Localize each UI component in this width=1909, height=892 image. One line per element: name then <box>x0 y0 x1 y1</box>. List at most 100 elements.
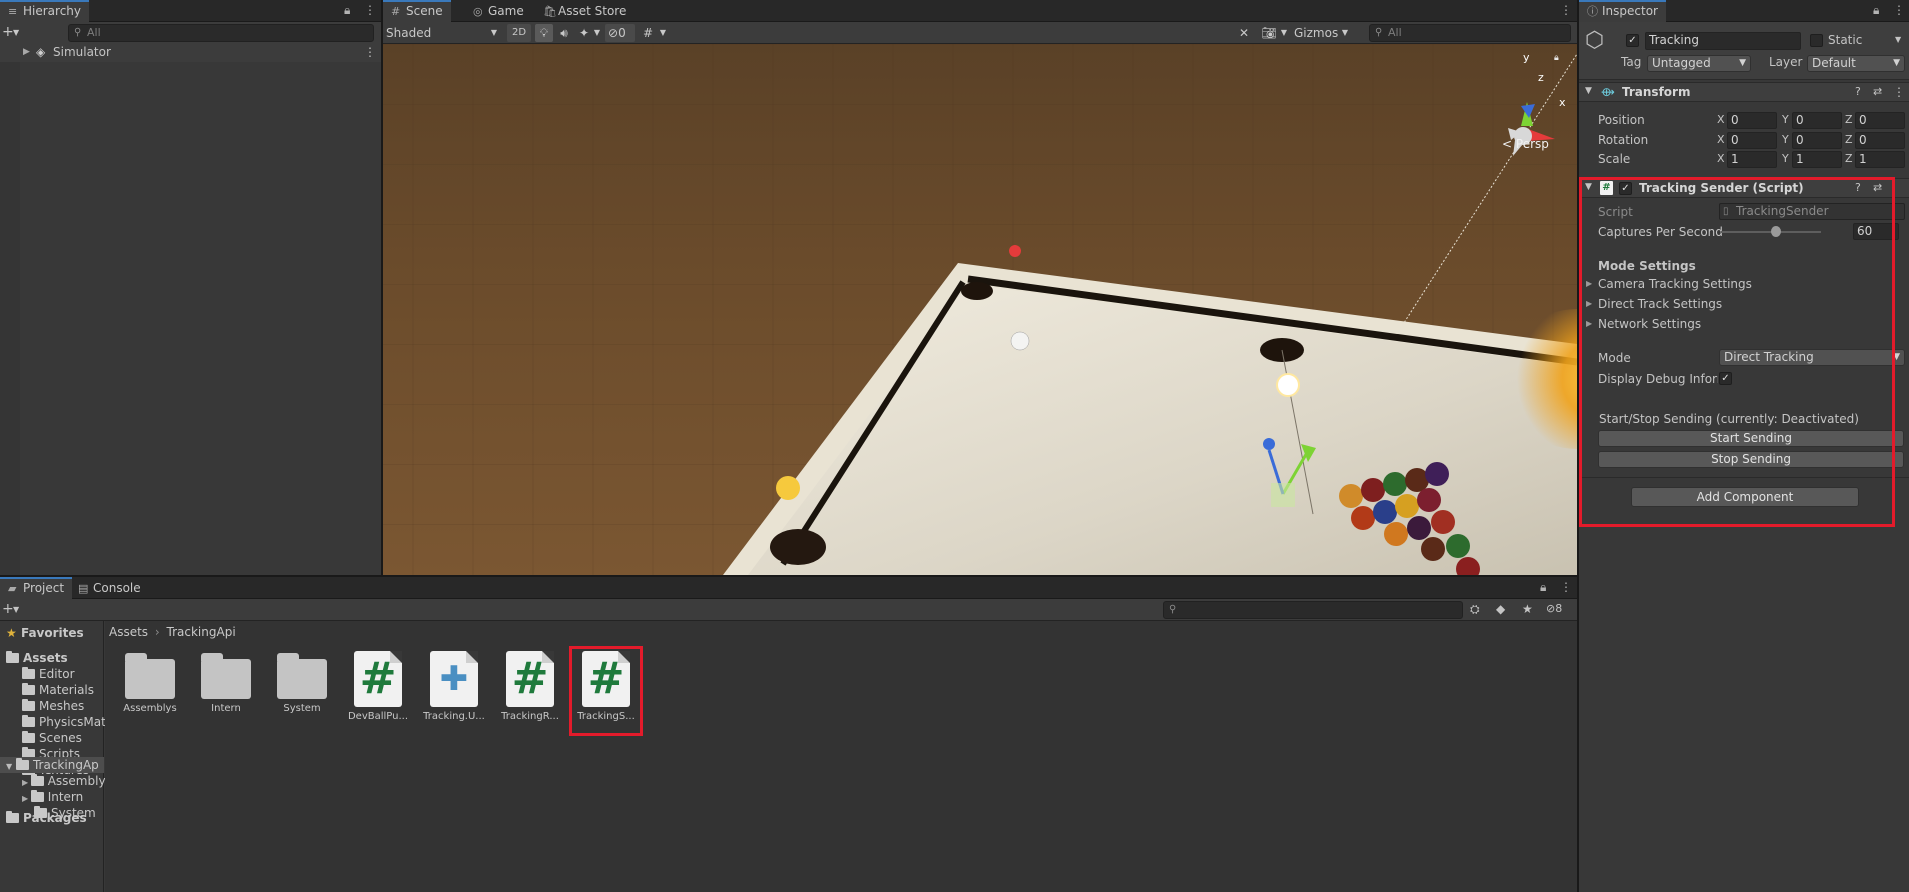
scene-search-input[interactable]: ⚲ All <box>1369 24 1571 42</box>
expand-arrow-icon[interactable]: ▶ <box>22 778 31 787</box>
transform-y-field[interactable]: 0 <box>1792 132 1842 149</box>
static-checkbox[interactable] <box>1810 34 1823 47</box>
component-menu-icon[interactable]: ⋮ <box>1893 85 1905 99</box>
shading-mode-dropdown[interactable]: Shaded ▼ <box>386 24 500 42</box>
tracking-sender-header[interactable]: ▼ # ✓ Tracking Sender (Script) ? ⇄ <box>1579 178 1909 198</box>
gizmos-chevron-icon[interactable]: ▼ <box>1339 24 1351 42</box>
captures-slider-handle[interactable] <box>1771 226 1781 237</box>
help-icon[interactable]: ? <box>1855 181 1861 194</box>
project-lock-icon[interactable]: 🔒︎ <box>1540 580 1546 595</box>
tree-item-assembly[interactable]: ▶ Assembly <box>22 773 106 789</box>
expand-arrow-icon[interactable]: ▶ <box>22 794 31 803</box>
presets-icon[interactable]: ⇄ <box>1873 85 1882 98</box>
tree-item-physicsmat[interactable]: PhysicsMat <box>22 714 106 730</box>
tree-item-intern[interactable]: ▶ Intern <box>22 789 83 805</box>
tab-project[interactable]: ▰ Project <box>0 577 73 599</box>
gizmo-lock-icon[interactable]: 🔒︎ <box>1554 53 1559 63</box>
lock-icon[interactable]: 🔒︎ <box>344 3 350 18</box>
add-button[interactable]: + <box>2 24 14 40</box>
tab-scene[interactable]: # Scene <box>383 0 451 22</box>
tools-icon[interactable]: ✕ <box>1235 24 1253 42</box>
transform-x-field[interactable]: 0 <box>1727 132 1777 149</box>
active-checkbox[interactable]: ✓ <box>1626 34 1639 47</box>
breadcrumb-assets[interactable]: Assets <box>109 625 148 639</box>
tree-item-meshes[interactable]: Meshes <box>22 698 84 714</box>
asset-folder[interactable]: Intern <box>192 651 260 714</box>
transform-z-field[interactable]: 0 <box>1855 132 1905 149</box>
effects-dropdown-icon[interactable]: ▼ <box>591 24 603 42</box>
tab-inspector[interactable]: ⓘ Inspector <box>1579 0 1666 22</box>
transform-x-field[interactable]: 1 <box>1727 151 1777 168</box>
scene-viewport[interactable]: y z x 🔒︎ < Persp <box>383 44 1577 575</box>
create-button[interactable]: + <box>2 601 14 617</box>
kebab-menu-icon[interactable]: ⋮ <box>364 3 376 17</box>
transform-header[interactable]: ▼ ⟴ Transform ? ⇄ ⋮ <box>1579 82 1909 102</box>
help-icon[interactable]: ? <box>1855 85 1861 98</box>
row-menu-icon[interactable]: ⋮ <box>364 43 376 62</box>
foldout-arrow-icon[interactable]: ▶ <box>1586 315 1592 333</box>
camera-dropdown-icon[interactable]: ▼ <box>1278 24 1290 42</box>
grid-toggle-icon[interactable]: # <box>639 24 657 42</box>
grid-dropdown-icon[interactable]: ▼ <box>657 24 669 42</box>
layer-dropdown[interactable]: Default ▼ <box>1807 55 1905 72</box>
tab-asset-store[interactable]: 🛍︎Asset Store <box>535 0 634 22</box>
foldout-arrow-icon[interactable]: ▼ <box>1585 182 1592 192</box>
favorites-item[interactable]: ★ Favorites <box>6 625 84 641</box>
axis-label-x[interactable]: X <box>1717 150 1725 168</box>
foldout-arrow-icon[interactable]: ▶ <box>1586 275 1592 293</box>
transform-z-field[interactable]: 0 <box>1855 112 1905 129</box>
static-dropdown-icon[interactable]: ▼ <box>1895 35 1901 44</box>
axis-label-y[interactable]: Y <box>1782 111 1789 129</box>
hidden-objects-toggle[interactable]: ⊘0 <box>605 24 635 42</box>
transform-x-field[interactable]: 0 <box>1727 112 1777 129</box>
axis-label-y[interactable]: Y <box>1782 150 1789 168</box>
mode-dropdown[interactable]: Direct Tracking ▼ <box>1719 349 1905 366</box>
asset-assembly[interactable]: ✚ Tracking.U... <box>420 651 488 722</box>
expand-arrow-icon[interactable]: ▼ <box>6 762 12 771</box>
tab-hierarchy[interactable]: ≡ Hierarchy <box>0 0 90 22</box>
tree-item-materials[interactable]: Materials <box>22 682 94 698</box>
foldout-arrow-icon[interactable]: ▼ <box>1585 86 1592 96</box>
project-menu-icon[interactable]: ⋮ <box>1560 580 1572 594</box>
asset-script[interactable]: # DevBallPu... <box>344 651 412 722</box>
search-by-type-icon[interactable]: ⛭ <box>1470 602 1480 617</box>
stop-sending-button[interactable]: Stop Sending <box>1598 451 1904 468</box>
tag-dropdown[interactable]: Untagged ▼ <box>1647 55 1751 72</box>
asset-script[interactable]: # TrackingR... <box>496 651 564 722</box>
create-dropdown-icon[interactable]: ▼ <box>13 605 19 614</box>
component-enabled-checkbox[interactable]: ✓ <box>1619 182 1632 195</box>
hierarchy-search-input[interactable]: ⚲ All <box>68 24 374 42</box>
object-name-field[interactable]: Tracking <box>1645 32 1801 50</box>
toggle-2d-button[interactable]: 2D <box>507 24 531 42</box>
axis-label-z[interactable]: Z <box>1845 150 1853 168</box>
foldout-camera-tracking-settings[interactable]: ▶ Camera Tracking Settings <box>1579 275 1909 293</box>
hierarchy-row-simulator[interactable]: ▶ ◈ Simulator ⋮ <box>0 43 381 62</box>
captures-value-field[interactable]: 60 <box>1853 223 1899 240</box>
asset-folder[interactable]: Assemblys <box>116 651 184 714</box>
foldout-network-settings[interactable]: ▶ Network Settings <box>1579 315 1909 333</box>
transform-y-field[interactable]: 1 <box>1792 151 1842 168</box>
tab-game[interactable]: ◎ Game <box>465 0 532 22</box>
transform-z-field[interactable]: 1 <box>1855 151 1905 168</box>
project-search-input[interactable]: ⚲ <box>1163 601 1463 619</box>
scene-menu-icon[interactable]: ⋮ <box>1560 3 1572 17</box>
tree-item-editor[interactable]: Editor <box>22 666 75 682</box>
tab-console[interactable]: ▤ Console <box>70 577 149 599</box>
axis-label-z[interactable]: Z <box>1845 111 1853 129</box>
favorite-star-icon[interactable]: ★ <box>1522 602 1533 616</box>
persp-toggle[interactable]: < Persp <box>1502 137 1549 151</box>
inspector-lock-icon[interactable]: 🔒︎ <box>1873 3 1879 18</box>
foldout-arrow-icon[interactable]: ▶ <box>1586 295 1592 313</box>
lighting-toggle-icon[interactable]: 💡︎ <box>535 24 553 42</box>
axis-label-x[interactable]: X <box>1717 131 1725 149</box>
presets-icon[interactable]: ⇄ <box>1873 181 1882 194</box>
inspector-menu-icon[interactable]: ⋮ <box>1893 3 1905 17</box>
tree-item-scenes[interactable]: Scenes <box>22 730 82 746</box>
asset-folder[interactable]: System <box>268 651 336 714</box>
packages-item[interactable]: Packages <box>6 810 87 826</box>
transform-y-field[interactable]: 0 <box>1792 112 1842 129</box>
asset-script[interactable]: # TrackingS... <box>572 651 640 722</box>
start-sending-button[interactable]: Start Sending <box>1598 430 1904 447</box>
axis-label-y[interactable]: Y <box>1782 131 1789 149</box>
add-component-button[interactable]: Add Component <box>1631 487 1859 507</box>
